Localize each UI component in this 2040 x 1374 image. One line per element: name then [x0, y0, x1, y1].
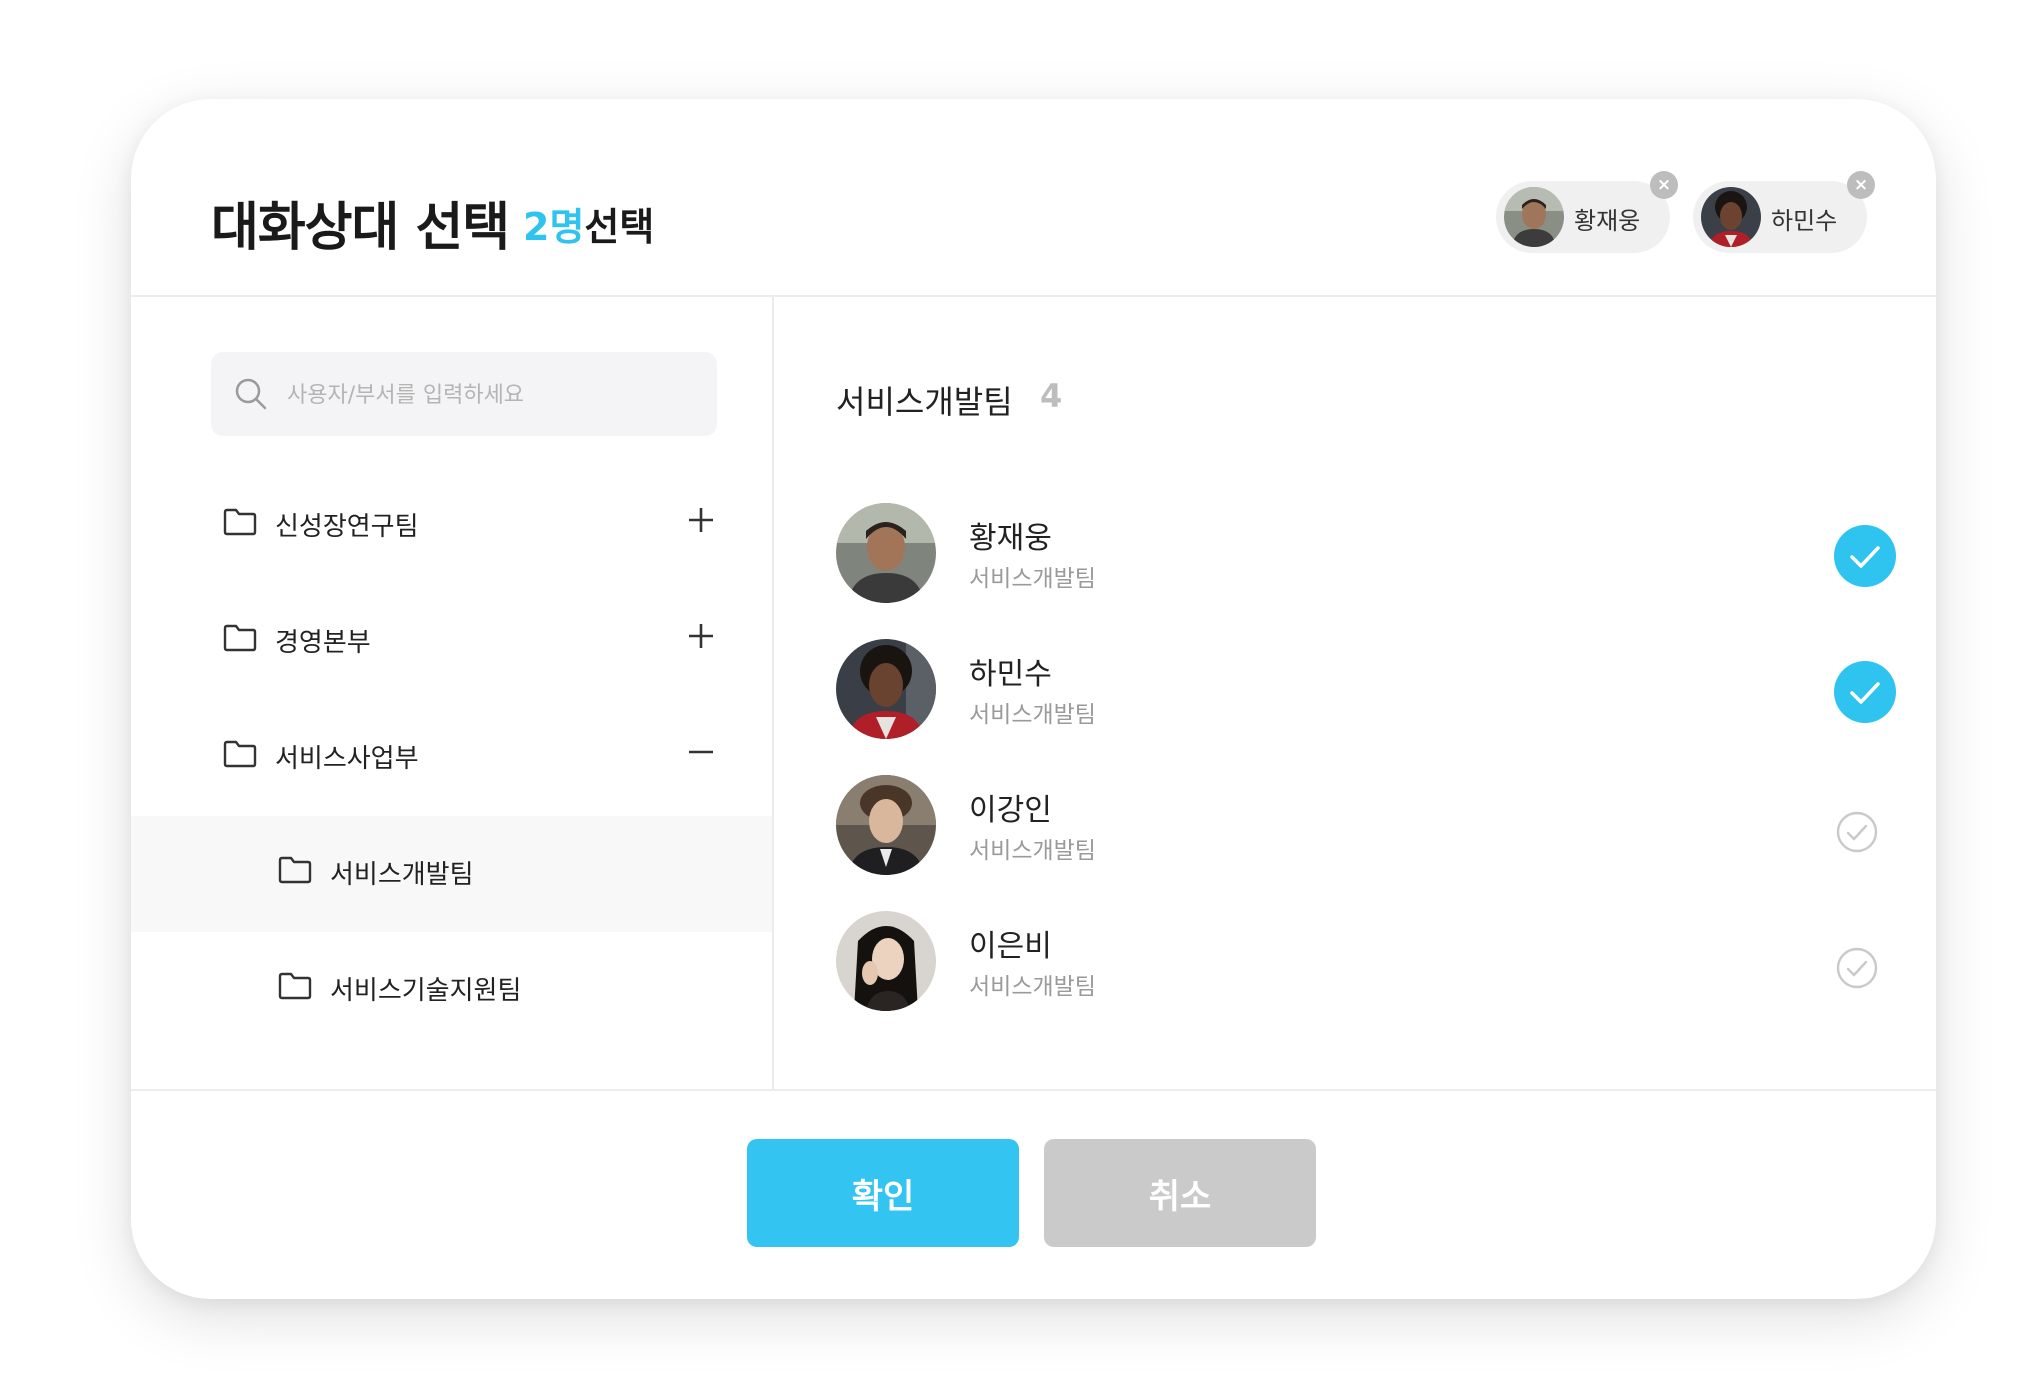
selected-chip-hwang[interactable]: 황재웅 ×	[1496, 171, 1678, 253]
expand-plus-icon[interactable]	[681, 616, 721, 656]
group-member-count: 4	[1040, 377, 1063, 415]
select-contacts-dialog: 대화상대 선택 2명선택 황재웅 × 하민수 × 사용자/부서를 입력하세요 신…	[131, 99, 1936, 1299]
member-row[interactable]: 황재웅 서비스개발팀	[836, 503, 1896, 603]
folder-icon	[278, 972, 312, 1000]
chip-name: 하민수	[1771, 207, 1838, 235]
member-name: 황재웅	[969, 521, 1052, 556]
member-avatar	[836, 639, 936, 739]
remove-chip-icon[interactable]: ×	[1847, 171, 1875, 199]
search-icon	[235, 378, 267, 410]
tree-item-label: 서비스개발팀	[330, 860, 474, 890]
profile-photo-icon	[836, 911, 936, 1011]
member-row[interactable]: 이강인 서비스개발팀	[836, 775, 1896, 875]
unchecked-circle-icon[interactable]	[1836, 811, 1878, 853]
selected-count-suffix: 선택	[584, 205, 655, 249]
unchecked-circle-icon[interactable]	[1836, 947, 1878, 989]
expand-plus-icon[interactable]	[681, 500, 721, 540]
checked-circle-icon[interactable]	[1834, 525, 1896, 587]
member-row[interactable]: 하민수 서비스개발팀	[836, 639, 1896, 739]
profile-photo-icon	[836, 775, 936, 875]
member-avatar	[836, 911, 936, 1011]
profile-photo-icon	[836, 639, 936, 739]
folder-icon	[223, 740, 257, 768]
folder-icon	[223, 624, 257, 652]
chip-avatar	[1701, 187, 1761, 247]
search-input[interactable]	[285, 372, 689, 418]
search-box[interactable]	[211, 352, 717, 436]
member-dept: 서비스개발팀	[969, 566, 1096, 592]
tree-item-label: 서비스사업부	[275, 744, 419, 774]
tree-item-label: 신성장연구팀	[275, 512, 419, 542]
chip-avatar	[1504, 187, 1564, 247]
member-dept: 서비스개발팀	[969, 702, 1096, 728]
member-avatar	[836, 503, 936, 603]
group-title: 서비스개발팀	[836, 383, 1013, 421]
tree-item-new-growth[interactable]: 신성장연구팀	[131, 468, 772, 584]
profile-photo-icon	[1701, 187, 1761, 247]
collapse-minus-icon[interactable]	[681, 732, 721, 772]
profile-photo-icon	[1504, 187, 1564, 247]
tree-item-service-division[interactable]: 서비스사업부	[131, 700, 772, 816]
member-avatar	[836, 775, 936, 875]
selected-chip-ha[interactable]: 하민수 ×	[1693, 171, 1875, 253]
selected-count-number: 2명	[523, 205, 585, 249]
member-row[interactable]: 이은비 서비스개발팀	[836, 911, 1896, 1011]
member-panel: 서비스개발팀 4 황재웅 서비스개발팀 하민수 서비스개발팀 이강인 서비스개발…	[774, 297, 1936, 1089]
member-dept: 서비스개발팀	[969, 838, 1096, 864]
member-dept: 서비스개발팀	[969, 974, 1096, 1000]
member-name: 이강인	[969, 793, 1052, 828]
cancel-button[interactable]: 취소	[1044, 1139, 1316, 1247]
remove-chip-icon[interactable]: ×	[1650, 171, 1678, 199]
dialog-footer: 확인 취소	[131, 1089, 1936, 1299]
dialog-header: 대화상대 선택 2명선택 황재웅 × 하민수 ×	[131, 99, 1936, 297]
profile-photo-icon	[836, 503, 936, 603]
tree-item-management[interactable]: 경영본부	[131, 584, 772, 700]
confirm-button[interactable]: 확인	[747, 1139, 1019, 1247]
member-name: 하민수	[969, 657, 1052, 692]
selected-count: 2명선택	[523, 196, 654, 251]
member-name: 이은비	[969, 929, 1052, 964]
tree-item-service-support-team[interactable]: 서비스기술지원팀	[131, 932, 772, 1048]
folder-icon	[223, 508, 257, 536]
folder-icon	[278, 856, 312, 884]
tree-item-service-dev-team[interactable]: 서비스개발팀	[131, 816, 772, 932]
tree-item-label: 서비스기술지원팀	[330, 976, 522, 1006]
dialog-title: 대화상대 선택	[211, 198, 510, 258]
department-panel: 신성장연구팀 경영본부 서비스사업부	[131, 297, 774, 1089]
checked-circle-icon[interactable]	[1834, 661, 1896, 723]
chip-name: 황재웅	[1574, 207, 1641, 235]
tree-item-label: 경영본부	[275, 628, 371, 658]
